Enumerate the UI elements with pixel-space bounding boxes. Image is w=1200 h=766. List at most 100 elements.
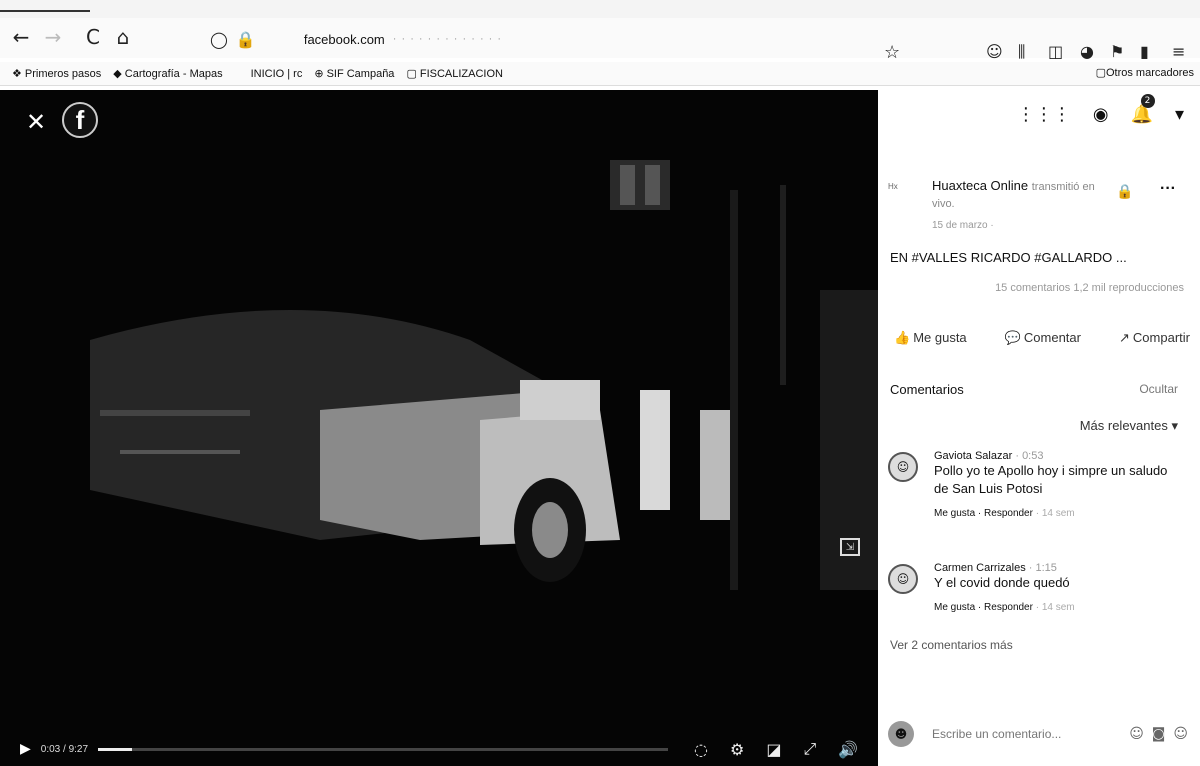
like-icon: 👍 [894, 331, 911, 346]
navigation-bar: ← → C ⌂ ◯ 🔒 facebook.com · · · · · · · ·… [0, 18, 1200, 63]
comment-author-line: Carmen Carrizales · 1:15 [934, 562, 1057, 574]
bookmark-icon: ❖ [12, 67, 22, 80]
video-player[interactable]: ✕ f ⇲ ▶ 0:03 / 9:27 ◌ ⚙ ◪ ⤢ 🔊 [0, 90, 878, 766]
post-author: Huaxteca Online transmitió en vivo. [932, 178, 1102, 212]
share-button[interactable]: ↗ Compartir [1119, 330, 1190, 346]
panel-top-icons: ⋮⋮⋮ ◉ 🔔 2 ▾ [1017, 94, 1184, 125]
extension-icon[interactable]: ▮ [1140, 42, 1149, 61]
comment-author-line: Gaviota Salazar · 0:53 [934, 450, 1044, 462]
extension-icon[interactable]: ☺ [986, 42, 1003, 61]
volume-icon[interactable]: 🔊 [838, 740, 858, 759]
user-avatar[interactable]: ☻ [888, 721, 914, 747]
post-date[interactable]: 15 de marzo · [932, 220, 994, 231]
lock-icon[interactable]: 🔒 [236, 30, 256, 49]
settings-icon[interactable]: ⚙ [730, 740, 744, 759]
comment-reply-link[interactable]: Responder [984, 508, 1033, 519]
comment-author[interactable]: Gaviota Salazar [934, 450, 1012, 462]
picture-in-picture-icon[interactable]: ⇲ [840, 538, 860, 556]
bookmark-label: Cartografía - Mapas [124, 67, 223, 80]
miniplayer-icon[interactable]: ◪ [766, 740, 781, 759]
comment-timestamp[interactable]: 0:53 [1022, 450, 1043, 462]
post-panel: ⋮⋮⋮ ◉ 🔔 2 ▾ Hx Huaxteca Online transmiti… [878, 90, 1200, 766]
bookmark-icon: ◆ [113, 67, 122, 80]
url-domain[interactable]: facebook.com [304, 32, 385, 47]
comment-body: Gaviota Salazar · 0:53 Pollo yo te Apoll… [934, 450, 1174, 519]
folder-icon: ▢ [406, 67, 417, 80]
forward-icon[interactable]: → [40, 24, 66, 50]
notifications-icon[interactable]: 🔔 2 [1131, 94, 1155, 125]
gif-icon[interactable]: ☺ [1173, 726, 1188, 742]
comment-text: Pollo yo te Apollo hoy i simpre un salud… [934, 463, 1168, 496]
fullscreen-icon[interactable]: ⤢ [803, 739, 816, 759]
author-name[interactable]: Huaxteca Online [932, 178, 1028, 193]
comment-text: Y el covid donde quedó [934, 575, 1070, 590]
bookmark-icon: ⊕ [314, 67, 324, 80]
save-icon[interactable]: 🔒 [1116, 184, 1133, 200]
play-icon[interactable]: ▶ [20, 741, 31, 757]
messenger-icon[interactable]: ◉ [1093, 104, 1109, 125]
video-time: 0:03 / 9:27 [40, 743, 89, 755]
commenter-avatar[interactable]: ☺ [888, 452, 918, 482]
post-actions: 👍 Me gusta 💬 Comentar ↗ Compartir [894, 330, 1190, 346]
comment-age[interactable]: 14 sem [1042, 602, 1075, 613]
bookmark-item[interactable]: ▢ FISCALIZACION [406, 67, 503, 80]
notification-badge: 2 [1140, 94, 1155, 108]
extension-icon[interactable]: ◕ [1080, 42, 1094, 61]
home-icon[interactable]: ⌂ [110, 24, 136, 50]
post-stats[interactable]: 15 comentarios 1,2 mil reproducciones [995, 282, 1184, 294]
shield-icon[interactable]: ◯ [210, 30, 228, 49]
account-chevron-icon[interactable]: ▾ [1175, 104, 1184, 125]
bookmark-star-icon[interactable]: ☆ [884, 42, 900, 63]
captions-icon[interactable]: ◌ [694, 740, 708, 759]
bookmark-label: INICIO | rc [250, 67, 303, 80]
commenter-avatar[interactable]: ☺ [888, 564, 918, 594]
comment-body: Carmen Carrizales · 1:15 Y el covid dond… [934, 562, 1174, 613]
progress-fill [98, 747, 133, 751]
extension-icon[interactable]: ⚑ [1110, 42, 1124, 61]
emoji-icon[interactable]: ☺ [1129, 726, 1144, 742]
url-bar[interactable]: ◯ 🔒 facebook.com · · · · · · · · · · · ·… [210, 26, 850, 52]
comments-heading: Comentarios [890, 382, 964, 397]
library-icon[interactable]: ⫼ [1018, 42, 1025, 62]
comment-like-link[interactable]: Me gusta [934, 508, 975, 519]
bookmark-item[interactable]: INICIO | rc [251, 68, 303, 80]
bookmark-label: Primeros pasos [24, 67, 102, 80]
bookmark-item[interactable]: ❖ Primeros pasos [12, 67, 101, 80]
facebook-logo-icon[interactable]: f [62, 102, 98, 138]
comment-meta: Me gusta · Responder · 14 sem [934, 602, 1075, 613]
bookmark-item[interactable]: ⊕ SIF Campaña [314, 67, 394, 80]
other-bookmarks[interactable]: ▢ Otros marcadores [1095, 66, 1194, 80]
close-icon[interactable]: ✕ [26, 108, 46, 136]
url-path[interactable]: · · · · · · · · · · · · · [393, 33, 502, 45]
bookmarks-bar: ❖ Primeros pasos ◆ Cartografía - Mapas I… [0, 62, 1200, 86]
hide-comments-link[interactable]: Ocultar [1139, 382, 1178, 396]
like-label: Me gusta [913, 330, 967, 345]
comment-like-link[interactable]: Me gusta [934, 602, 975, 613]
active-tab[interactable] [0, 2, 90, 12]
page-avatar[interactable]: Hx [888, 182, 922, 212]
menu-grid-icon[interactable]: ⋮⋮⋮ [1017, 104, 1071, 125]
more-options-icon[interactable]: ··· [1160, 180, 1176, 198]
camera-icon[interactable]: ◙ [1152, 726, 1166, 742]
like-button[interactable]: 👍 Me gusta [894, 330, 967, 346]
reload-icon[interactable]: C [80, 24, 106, 50]
comment-icon: 💬 [1004, 331, 1021, 346]
sidebar-icon[interactable]: ◫ [1048, 42, 1063, 61]
folder-icon: ▢ [1095, 67, 1106, 79]
comment-author[interactable]: Carmen Carrizales [934, 562, 1026, 574]
bookmark-label: SIF Campaña [326, 67, 395, 80]
menu-icon[interactable]: ≡ [1172, 42, 1185, 61]
comment-button[interactable]: 💬 Comentar [1005, 330, 1081, 346]
comment-composer: ☻ Escribe un comentario... ☺ ◙ ☺ [888, 720, 1188, 748]
comment-age[interactable]: 14 sem [1042, 508, 1075, 519]
progress-bar[interactable] [98, 747, 669, 751]
comment-reply-link[interactable]: Responder [984, 602, 1033, 613]
back-icon[interactable]: ← [8, 24, 34, 50]
relevance-dropdown[interactable]: Más relevantes ▾ [1080, 418, 1178, 434]
comment-timestamp[interactable]: 1:15 [1036, 562, 1057, 574]
bookmark-item[interactable]: ◆ Cartografía - Mapas [113, 67, 222, 80]
comment-input[interactable]: Escribe un comentario... [932, 727, 1121, 741]
video-frame [0, 90, 878, 766]
view-more-comments-link[interactable]: Ver 2 comentarios más [890, 638, 1013, 652]
comment-label: Comentar [1023, 330, 1081, 345]
